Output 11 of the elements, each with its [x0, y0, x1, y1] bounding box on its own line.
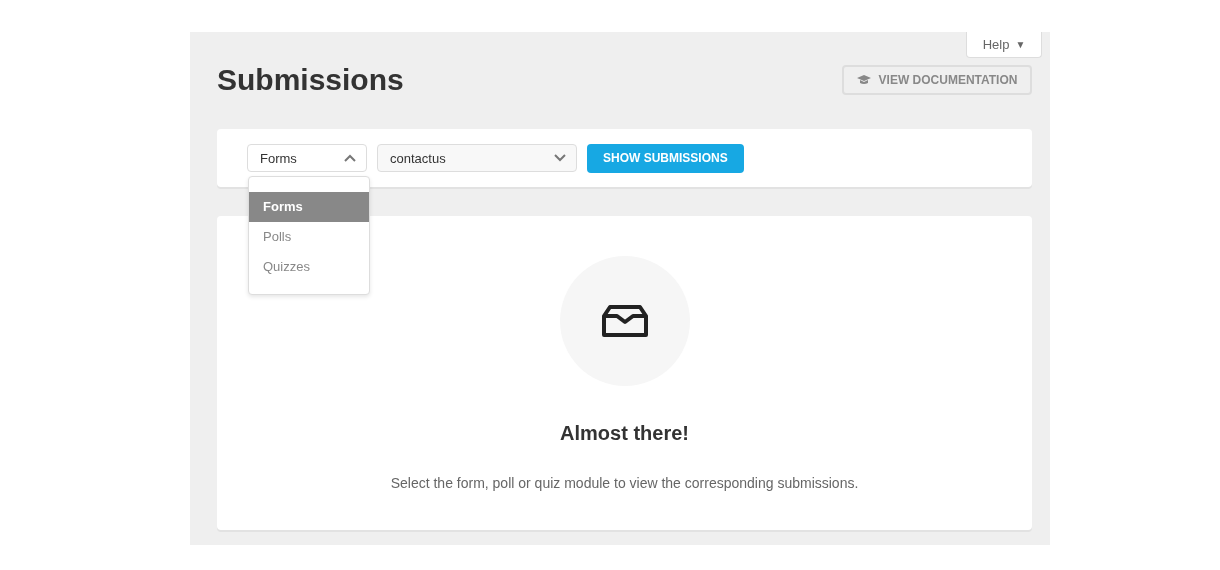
caret-icon: ▼ [1015, 39, 1026, 50]
show-submissions-button[interactable]: SHOW SUBMISSIONS [587, 143, 744, 173]
dropdown-option[interactable]: Polls [249, 222, 369, 252]
dropdown-option[interactable]: Quizzes [249, 252, 369, 282]
help-button[interactable]: Help ▼ [966, 32, 1042, 58]
module-select[interactable]: contactus [377, 144, 577, 172]
dropdown-option[interactable]: Forms [249, 192, 369, 222]
empty-state-heading: Almost there! [560, 422, 689, 445]
view-documentation-button[interactable]: VIEW DOCUMENTATION [842, 65, 1032, 95]
empty-state-message: Select the form, poll or quiz module to view the corresponding submissions. [390, 475, 859, 491]
page-title: Submissions [217, 63, 404, 97]
